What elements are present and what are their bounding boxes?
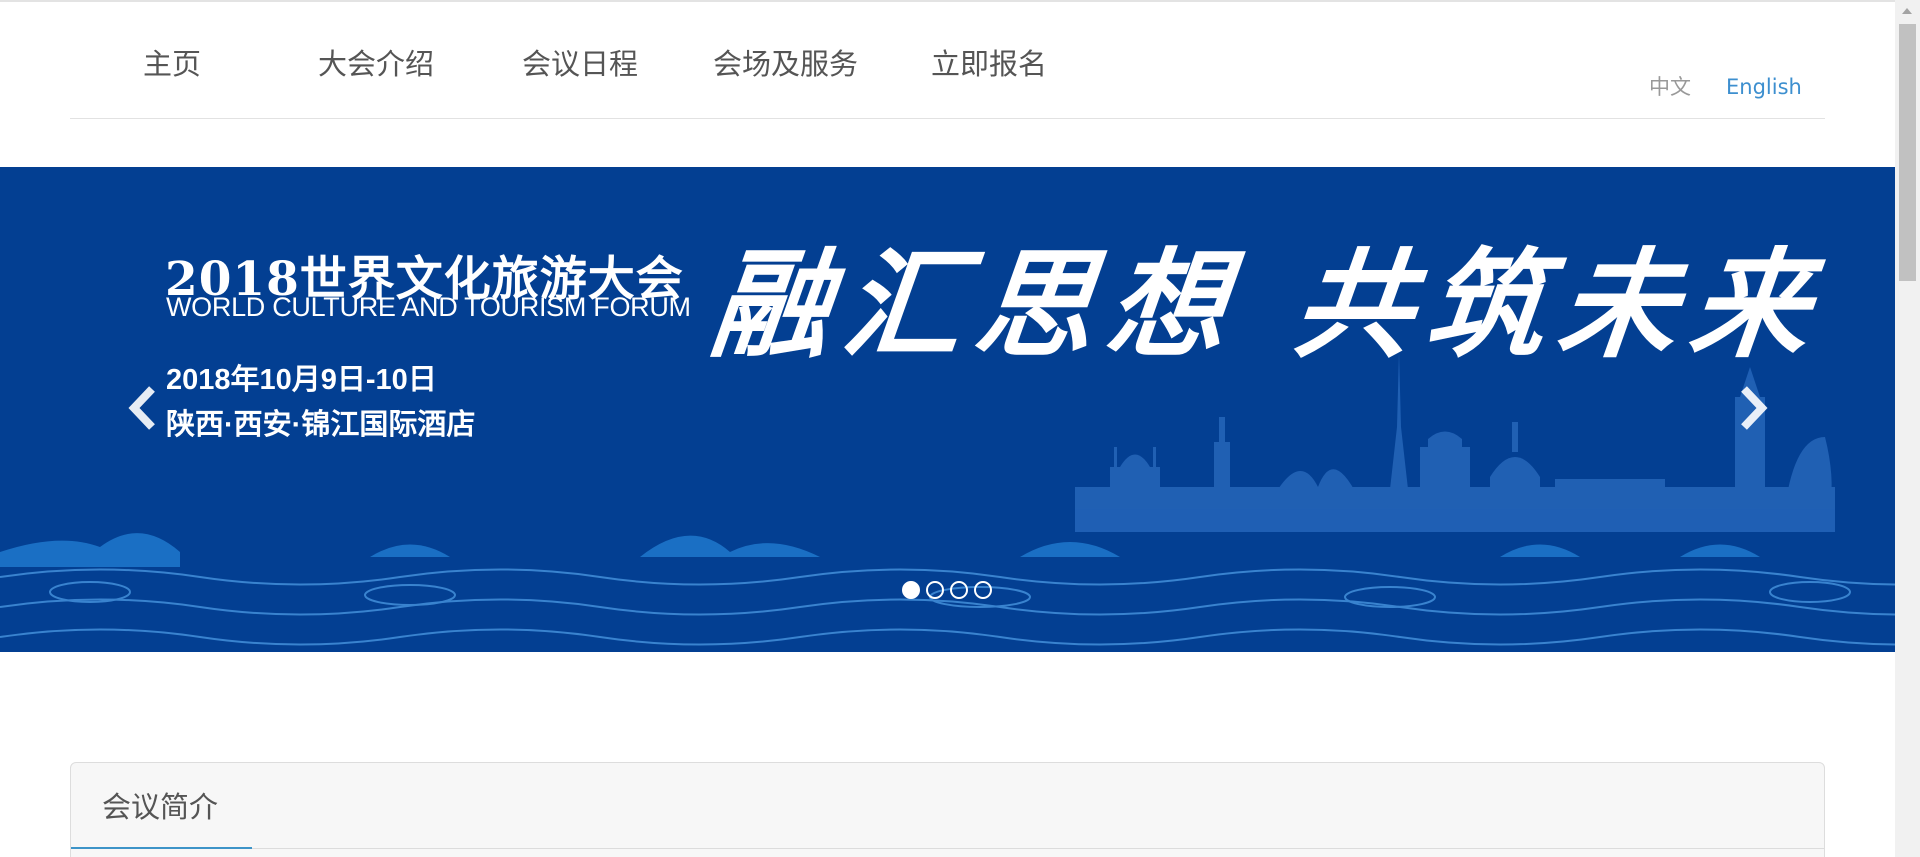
chevron-left-icon xyxy=(128,386,155,430)
page: 主页 大会介绍 会议日程 会场及服务 立即报名 中文 English 2018世… xyxy=(0,0,1920,857)
intro-panel-title: 会议简介 xyxy=(102,790,219,824)
carousel-next-button[interactable] xyxy=(1732,383,1772,433)
carousel-indicator-3[interactable] xyxy=(950,581,968,599)
carousel-indicator-4[interactable] xyxy=(974,581,992,599)
nav-item-about[interactable]: 大会介绍 xyxy=(318,44,434,84)
lang-chinese-link[interactable]: 中文 xyxy=(1649,74,1691,100)
banner-carousel: 2018世界文化旅游大会 WORLD CULTURE AND TOURISM F… xyxy=(0,167,1895,652)
chevron-right-icon xyxy=(1741,386,1768,430)
page-scrollbar[interactable] xyxy=(1895,0,1920,857)
banner-date: 2018年10月9日-10日 xyxy=(166,364,437,396)
site-header: 主页 大会介绍 会议日程 会场及服务 立即报名 中文 English xyxy=(70,0,1825,119)
carousel-indicators xyxy=(902,581,992,599)
carousel-indicator-1[interactable] xyxy=(902,581,920,599)
scroll-up-arrow-icon[interactable] xyxy=(1902,8,1912,14)
panel-divider xyxy=(71,848,1824,849)
nav-item-venue[interactable]: 会场及服务 xyxy=(713,44,858,84)
scroll-thumb[interactable] xyxy=(1899,24,1916,281)
banner-venue: 陕西·西安·锦江国际酒店 xyxy=(166,409,476,441)
lang-english-link[interactable]: English xyxy=(1726,74,1802,100)
nav-item-schedule[interactable]: 会议日程 xyxy=(522,44,638,84)
nav-item-register[interactable]: 立即报名 xyxy=(931,44,1047,84)
banner-slogan: 融汇思想 共筑未来 xyxy=(704,235,1831,374)
nav-item-home[interactable]: 主页 xyxy=(143,44,201,84)
intro-panel: 会议简介 xyxy=(70,762,1825,857)
carousel-prev-button[interactable] xyxy=(124,383,164,433)
carousel-indicator-2[interactable] xyxy=(926,581,944,599)
panel-title-underline xyxy=(71,847,252,849)
banner-subtitle: WORLD CULTURE AND TOURISM FORUM xyxy=(166,292,691,322)
